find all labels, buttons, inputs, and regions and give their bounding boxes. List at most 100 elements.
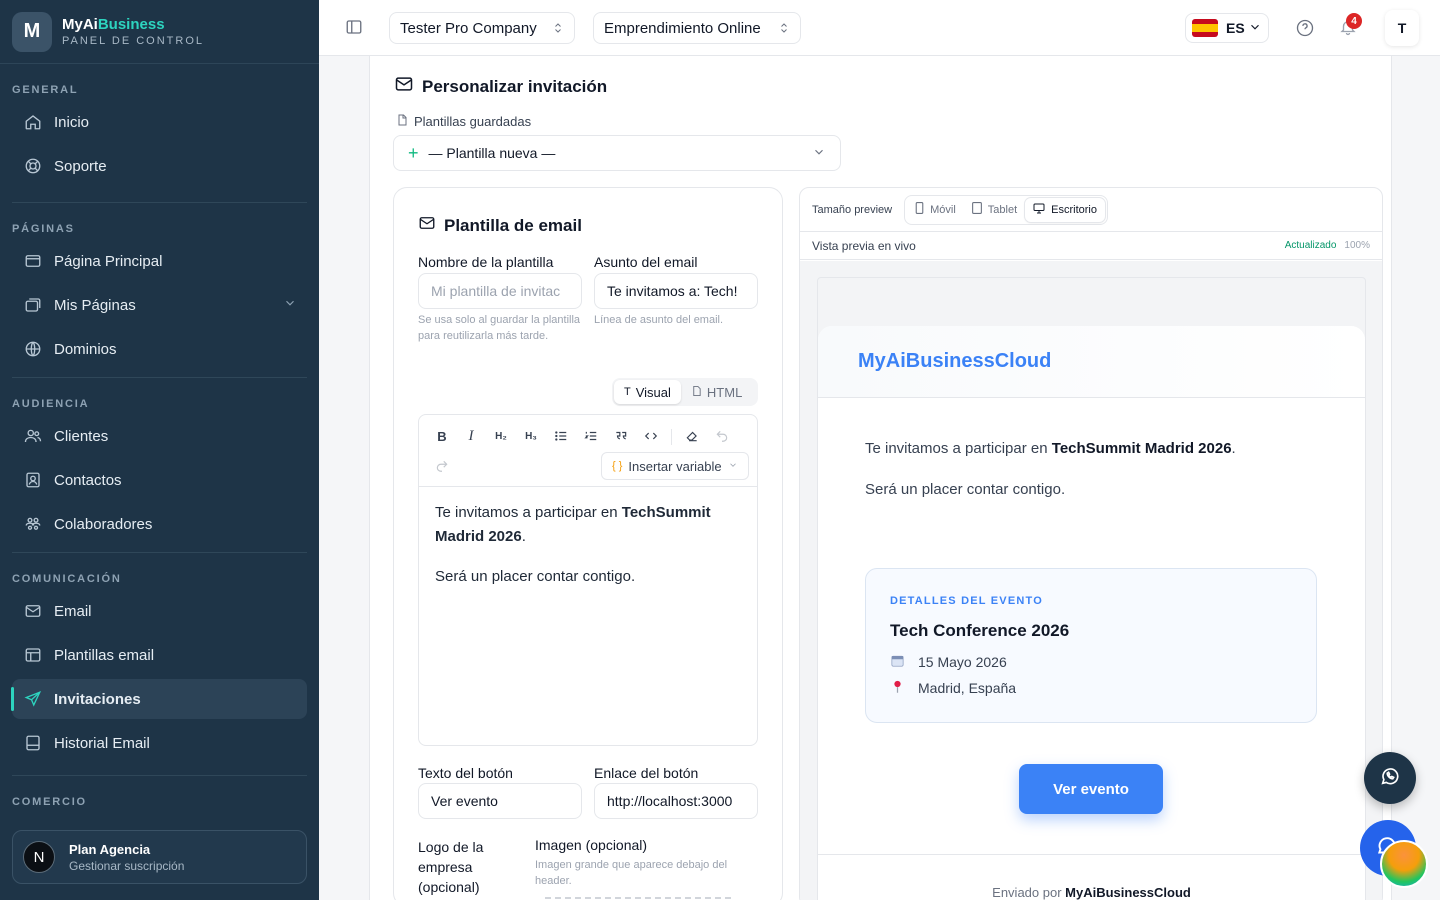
section-audiencia: AUDIENCIA — [12, 398, 90, 410]
pin-icon — [890, 679, 910, 697]
redo-icon[interactable] — [431, 457, 453, 475]
editor-toolbar: B I H₂ H₃ { } Insertar variable — [419, 415, 757, 487]
device-desktop-button[interactable]: Escritorio — [1025, 197, 1105, 222]
insert-variable-button[interactable]: { } Insertar variable — [601, 452, 749, 480]
sidebar-item-historial-email[interactable]: Historial Email — [12, 723, 307, 763]
button-link-input[interactable]: http://localhost:3000 — [594, 783, 758, 819]
chevron-down-icon — [283, 296, 297, 314]
window-icon — [22, 250, 44, 272]
logo-label: Logo de la empresa (opcional) — [418, 839, 484, 895]
subject-input[interactable]: Te invitamos a: Tech! — [594, 273, 758, 309]
notification-badge: 4 — [1346, 13, 1362, 29]
event-date: 15 Mayo 2026 — [890, 653, 1292, 671]
sidebar-item-clientes[interactable]: Clientes — [12, 416, 307, 456]
plan-card[interactable]: N Plan Agencia Gestionar suscripción — [12, 830, 307, 884]
lifebuoy-icon — [22, 155, 44, 177]
ordered-list-icon[interactable] — [580, 427, 602, 445]
tab-visual[interactable]: T Visual — [614, 380, 681, 404]
assistant-avatar[interactable] — [1380, 840, 1428, 888]
sidebar-toggle-icon[interactable] — [345, 18, 363, 41]
brand-name: MyAiBusiness — [62, 16, 165, 33]
device-tablet-button[interactable]: Tablet — [964, 198, 1025, 222]
device-mobile-button[interactable]: Móvil — [907, 198, 964, 222]
bold-button[interactable]: B — [431, 427, 453, 445]
chevron-down-icon — [1248, 20, 1262, 37]
project-select[interactable]: Emprendimiento Online — [593, 12, 801, 44]
braces-icon: { } — [612, 460, 623, 472]
chevron-updown-icon — [778, 21, 790, 36]
code-icon[interactable] — [640, 427, 662, 445]
email-paragraph: Será un placer contar contigo. — [865, 481, 1066, 498]
sidebar-item-contactos[interactable]: Contactos — [12, 460, 307, 500]
saved-templates-label: Plantillas guardadas — [396, 113, 531, 130]
quote-icon[interactable] — [610, 427, 632, 445]
editor-content[interactable]: Te invitamos a participar en TechSummit … — [419, 487, 757, 619]
email-footer: Enviado por MyAiBusinessCloud — [818, 854, 1365, 900]
email-template-title: Plantilla de email — [418, 214, 582, 237]
users-icon — [22, 425, 44, 447]
whatsapp-button[interactable] — [1364, 752, 1416, 804]
image-dropzone[interactable] — [545, 897, 731, 899]
subject-help: Línea de asunto del email. — [594, 314, 724, 326]
image-help: Imagen grande que aparece debajo del hea… — [535, 859, 728, 887]
chevron-updown-icon — [552, 21, 564, 36]
whatsapp-icon — [1379, 765, 1401, 792]
plan-title: Plan Agencia — [69, 841, 151, 857]
bullet-list-icon[interactable] — [550, 427, 572, 445]
spain-flag-icon — [1192, 19, 1218, 37]
code-file-icon — [691, 385, 702, 400]
undo-icon[interactable] — [711, 427, 733, 445]
sidebar-item-mis-paginas[interactable]: Mis Páginas — [12, 285, 307, 325]
plan-subtitle: Gestionar suscripción — [69, 858, 185, 873]
monitor-icon — [1033, 203, 1045, 217]
template-name-input[interactable]: Mi plantilla de invitac — [418, 273, 582, 309]
layout-icon — [22, 644, 44, 666]
sidebar-item-dominios[interactable]: Dominios — [12, 329, 307, 369]
brand[interactable]: M MyAiBusiness PANEL DE CONTROL — [0, 0, 319, 64]
sidebar-item-plantillas-email[interactable]: Plantillas email — [12, 635, 307, 675]
mail-icon — [22, 600, 44, 622]
preview-status-bar: Vista previa en vivo Actualizado 100% — [800, 232, 1382, 260]
phone-icon — [915, 202, 924, 217]
sidebar-item-pagina-principal[interactable]: Página Principal — [12, 241, 307, 281]
preview-card: Tamaño preview Móvil Tablet Escritorio V… — [799, 187, 1383, 900]
help-icon[interactable] — [1295, 18, 1315, 43]
user-menu-button[interactable]: T — [1385, 10, 1419, 46]
saved-template-select[interactable]: + — Plantilla nueva — — [393, 135, 841, 171]
event-title: Tech Conference 2026 — [890, 621, 1070, 640]
preview-toolbar: Tamaño preview Móvil Tablet Escritorio — [800, 188, 1382, 232]
sidebar-item-colaboradores[interactable]: Colaboradores — [12, 504, 307, 544]
device-switcher: Móvil Tablet Escritorio — [904, 194, 1108, 225]
chevron-down-icon — [728, 460, 738, 473]
sidebar-item-inicio[interactable]: Inicio — [12, 102, 307, 142]
heading3-button[interactable]: H₃ — [520, 427, 542, 445]
mail-icon — [394, 74, 414, 99]
plus-icon: + — [408, 142, 419, 163]
globe-icon — [22, 338, 44, 360]
chevron-down-icon — [812, 145, 826, 162]
italic-button[interactable]: I — [460, 427, 482, 445]
page-title: Personalizar invitación — [394, 74, 607, 99]
section-comercio: COMERCIO — [12, 796, 87, 808]
live-preview-label: Vista previa en vivo — [812, 238, 916, 253]
heading2-button[interactable]: H₂ — [490, 427, 512, 445]
editor-paragraph: Te invitamos a participar en TechSummit … — [435, 504, 711, 545]
contact-icon — [22, 469, 44, 491]
image-label: Imagen (opcional) — [535, 837, 648, 853]
brand-subtitle: PANEL DE CONTROL — [62, 35, 205, 47]
eraser-icon[interactable] — [681, 427, 703, 445]
event-place: Madrid, España — [890, 679, 1292, 697]
language-select[interactable]: ES — [1185, 13, 1269, 43]
button-text-input[interactable]: Ver evento — [418, 783, 582, 819]
home-icon — [22, 111, 44, 133]
sidebar-item-invitaciones[interactable]: Invitaciones — [11, 679, 307, 719]
sidebar-item-soporte[interactable]: Soporte — [12, 146, 307, 186]
tab-html[interactable]: HTML — [681, 380, 752, 404]
section-paginas: PÁGINAS — [12, 223, 75, 235]
send-icon — [22, 688, 44, 710]
cta-button[interactable]: Ver evento — [1019, 764, 1163, 814]
topbar: Tester Pro Company Emprendimiento Online… — [319, 0, 1440, 56]
company-select[interactable]: Tester Pro Company — [389, 12, 575, 44]
sidebar-item-email[interactable]: Email — [12, 591, 307, 631]
email-body: Te invitamos a participar en TechSummit … — [818, 398, 1365, 501]
